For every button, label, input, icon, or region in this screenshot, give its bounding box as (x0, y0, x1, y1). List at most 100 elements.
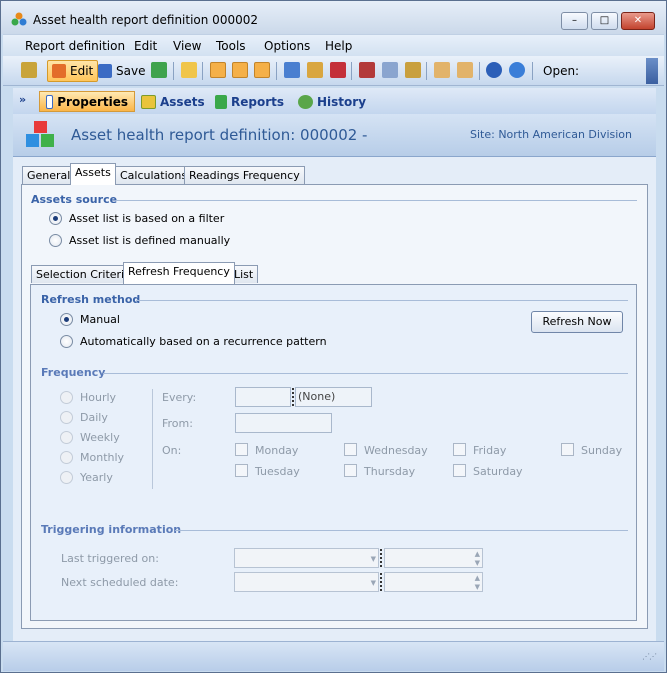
thursday-label: Thursday (364, 465, 416, 478)
sunday-label: Sunday (581, 444, 623, 457)
toolbar: Edit Save Open: (3, 56, 664, 86)
nav-tab-history[interactable]: History (292, 91, 372, 112)
saturday-checkbox[interactable] (453, 464, 466, 477)
menu-bar: Report definition Edit View Tools Option… (3, 34, 664, 56)
last-triggered-date-select[interactable]: ▼ (234, 548, 379, 568)
next-scheduled-date-select[interactable]: ▼ (234, 572, 379, 592)
next-scheduled-time-spinner[interactable]: ▲ ▼ (384, 572, 483, 592)
chevron-down-icon: ▼ (370, 555, 376, 563)
help-icon[interactable] (486, 62, 502, 78)
tuesday-label: Tuesday (255, 465, 300, 478)
tab-refresh-frequency[interactable]: Refresh Frequency (123, 262, 235, 284)
windows-icon[interactable] (284, 62, 300, 78)
refresh-icon[interactable] (151, 62, 167, 78)
refresh-now-button[interactable]: Refresh Now (531, 311, 623, 333)
tab-readings-frequency[interactable]: Readings Frequency (184, 166, 305, 184)
cut-icon[interactable] (359, 62, 375, 78)
menu-edit[interactable]: Edit (134, 39, 157, 53)
splitter-grip[interactable] (380, 549, 383, 567)
resize-grip-icon[interactable]: ⋰⋰ (642, 652, 657, 661)
info-icon[interactable] (509, 62, 525, 78)
group-divider (103, 373, 628, 374)
edit-icon (52, 64, 66, 78)
manual-list-radio[interactable] (49, 234, 62, 247)
thursday-checkbox[interactable] (344, 464, 357, 477)
thumbs-down-icon[interactable] (457, 62, 473, 78)
window-title: Asset health report definition 000002 (33, 13, 258, 27)
collapse-chevron-icon[interactable]: » (19, 93, 26, 106)
list-view-icon[interactable] (232, 62, 248, 78)
status-bar: ⋰⋰ (3, 641, 664, 671)
yearly-label: Yearly (80, 471, 113, 484)
bookmark-icon[interactable] (330, 62, 346, 78)
nav-tabs: » Properties Assets Reports History (13, 88, 656, 114)
menu-view[interactable]: View (173, 39, 201, 53)
from-input[interactable] (235, 413, 332, 433)
every-unit-select[interactable]: (None) (295, 387, 372, 407)
app-window: Asset health report definition 000002 – … (0, 0, 667, 673)
menu-report-definition[interactable]: Report definition (25, 39, 125, 53)
toolbar-separator (173, 62, 174, 80)
spin-down-icon: ▼ (474, 583, 480, 591)
monday-checkbox[interactable] (235, 443, 248, 456)
nav-tab-reports[interactable]: Reports (209, 91, 290, 112)
filter-radio[interactable] (49, 212, 62, 225)
nav-tab-label: Assets (160, 94, 205, 109)
minimize-button[interactable]: – (561, 12, 588, 30)
yearly-radio[interactable] (60, 471, 73, 484)
wednesday-checkbox[interactable] (344, 443, 357, 456)
new-icon[interactable] (21, 62, 37, 78)
toolbar-overflow-button[interactable] (646, 58, 658, 84)
nav-tab-label: Reports (231, 94, 285, 109)
thumbs-up-icon[interactable] (434, 62, 450, 78)
tuesday-checkbox[interactable] (235, 464, 248, 477)
paste-icon[interactable] (405, 62, 421, 78)
tab-assets[interactable]: Assets (70, 163, 116, 185)
saturday-label: Saturday (473, 465, 523, 478)
manual-radio[interactable] (60, 313, 73, 326)
manual-list-radio-label: Asset list is defined manually (69, 234, 231, 247)
menu-options[interactable]: Options (264, 39, 310, 53)
monthly-radio[interactable] (60, 451, 73, 464)
save-icon (98, 64, 112, 78)
auto-recurrence-radio[interactable] (60, 335, 73, 348)
toolbar-separator (532, 62, 533, 80)
nav-tab-label: Properties (57, 94, 128, 109)
daily-radio[interactable] (60, 411, 73, 424)
splitter-grip[interactable] (380, 573, 383, 591)
friday-checkbox[interactable] (453, 443, 466, 456)
toolbar-separator (426, 62, 427, 80)
nav-tab-properties[interactable]: Properties (39, 91, 135, 112)
attach-icon[interactable] (307, 62, 323, 78)
every-input[interactable] (235, 387, 291, 407)
sunday-checkbox[interactable] (561, 443, 574, 456)
from-label: From: (162, 417, 193, 430)
nav-tab-assets[interactable]: Assets (135, 91, 211, 112)
tab-selection-criteria[interactable]: Selection Criteria (31, 265, 136, 283)
every-label: Every: (162, 391, 197, 404)
menu-tools[interactable]: Tools (216, 39, 246, 53)
wednesday-label: Wednesday (364, 444, 428, 457)
maximize-button[interactable]: □ (591, 12, 618, 30)
filter-radio-label: Asset list is based on a filter (69, 212, 225, 225)
edit-button[interactable]: Edit (47, 60, 99, 82)
edit-label: Edit (70, 64, 94, 78)
copy-icon[interactable] (382, 62, 398, 78)
weekly-radio[interactable] (60, 431, 73, 444)
document-icon[interactable] (181, 62, 197, 78)
chevron-down-icon: ▼ (370, 579, 376, 587)
layout-icon[interactable] (210, 62, 226, 78)
properties-icon (46, 94, 54, 109)
tab-calculations[interactable]: Calculations (115, 166, 193, 184)
tab-general[interactable]: General (22, 166, 76, 184)
last-triggered-time-spinner[interactable]: ▲ ▼ (384, 548, 483, 568)
menu-help[interactable]: Help (325, 39, 352, 53)
hourly-radio[interactable] (60, 391, 73, 404)
toolbar-separator (276, 62, 277, 80)
close-button[interactable]: ✕ (621, 12, 655, 30)
group-divider (175, 530, 628, 531)
save-button[interactable]: Save (98, 60, 145, 82)
search-icon[interactable] (254, 62, 270, 78)
frequency-divider (152, 389, 153, 489)
spin-down-icon: ▼ (474, 559, 480, 567)
